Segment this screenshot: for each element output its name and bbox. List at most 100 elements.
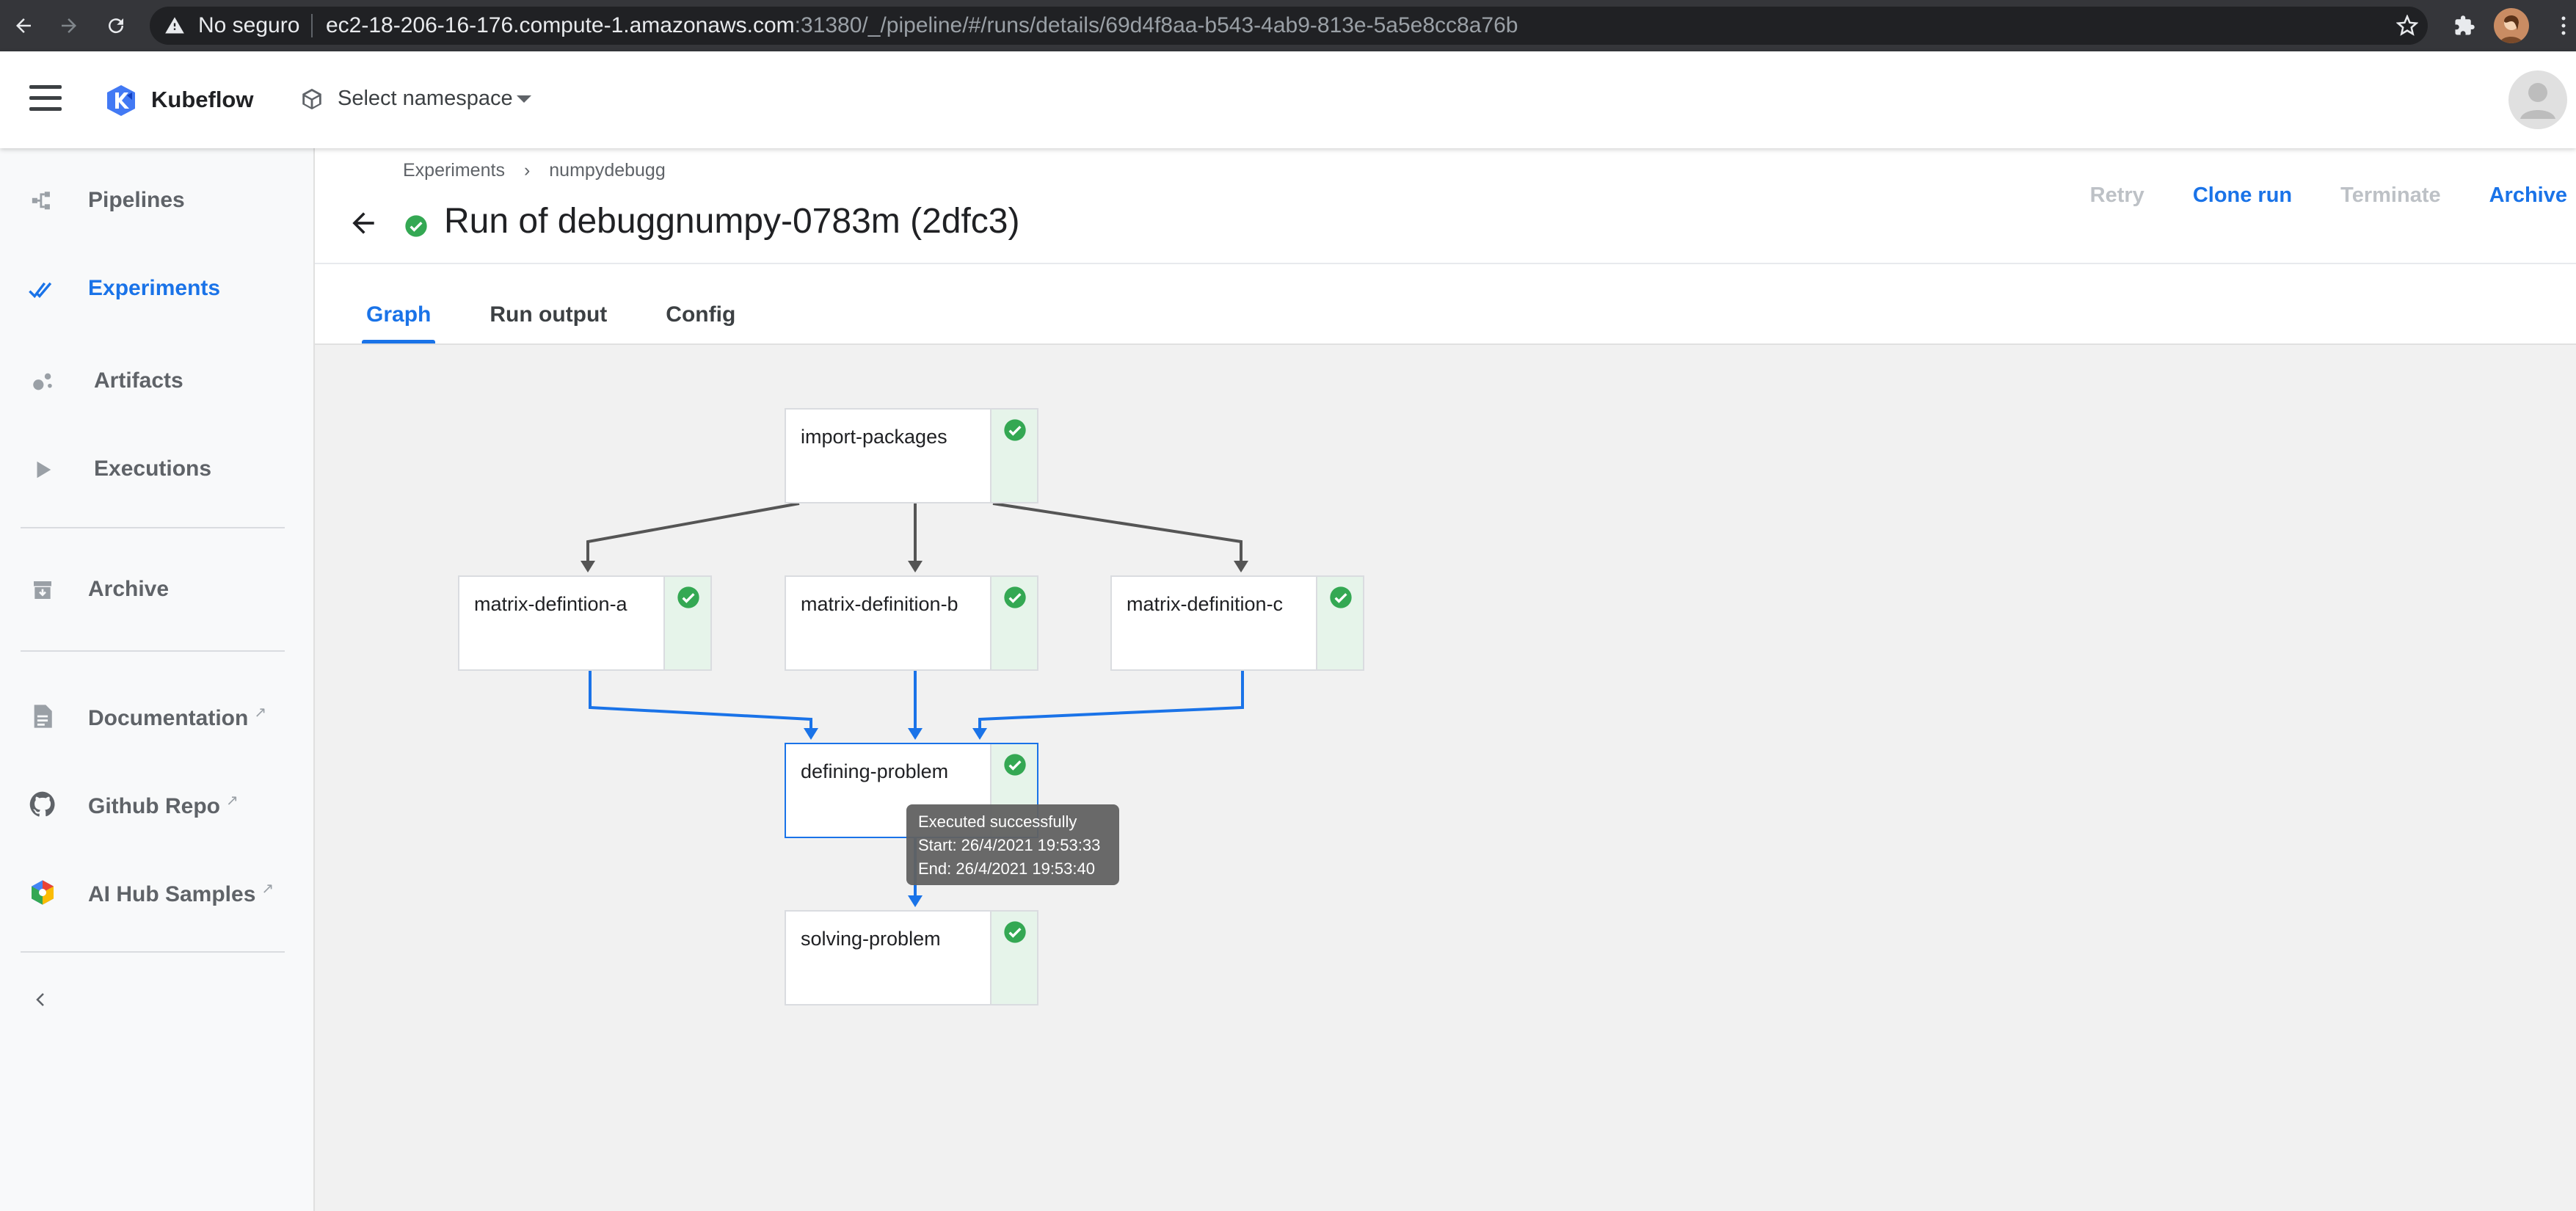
sidebar-item-artifacts[interactable]: Artifacts: [0, 352, 315, 411]
tooltip-status: Executed successfully: [918, 812, 1077, 831]
warning-icon[interactable]: [164, 15, 185, 40]
ai-hub-icon: [28, 878, 57, 907]
extensions-icon[interactable]: [2448, 10, 2481, 42]
security-label[interactable]: No seguro: [198, 7, 299, 45]
node-status: [1316, 577, 1363, 669]
menu-icon[interactable]: [29, 85, 62, 113]
graph-node-import-packages[interactable]: import-packages: [785, 408, 1038, 503]
node-label: matrix-definition-b: [801, 593, 958, 615]
back-icon[interactable]: [7, 10, 40, 42]
success-check-icon: [1003, 586, 1027, 613]
sidebar-item-label: Artifacts: [94, 368, 183, 393]
arrowhead: [908, 728, 923, 740]
github-icon: [28, 790, 57, 819]
sidebar-item-documentation[interactable]: Documentation ↗: [0, 687, 315, 746]
sidebar-item-label: Pipelines: [88, 188, 185, 212]
sidebar-divider: [21, 951, 285, 953]
sidebar-item-label: Experiments: [88, 276, 221, 300]
app-name[interactable]: Kubeflow: [151, 87, 254, 113]
node-status: [990, 912, 1037, 1004]
forward-icon[interactable]: [53, 10, 85, 42]
tab-run-output[interactable]: Run output: [490, 302, 607, 343]
namespace-cube-icon[interactable]: [299, 87, 324, 115]
success-check-icon: [1329, 586, 1353, 613]
pipelines-icon: [28, 186, 57, 216]
kubeflow-logo-icon[interactable]: [103, 82, 139, 123]
app-header: Kubeflow Select namespace: [0, 51, 2576, 148]
node-label: defining-problem: [801, 760, 949, 782]
run-actions: Retry Clone run Terminate Archive: [2042, 179, 2567, 211]
success-check-icon: [1003, 418, 1027, 446]
url-divider: [311, 14, 313, 37]
sidebar-item-executions[interactable]: Executions: [0, 440, 315, 499]
bookmark-star-icon[interactable]: [2391, 10, 2423, 42]
sidebar-item-archive[interactable]: Archive: [0, 561, 315, 619]
executions-icon: [28, 455, 57, 484]
archive-icon: [28, 575, 57, 605]
node-status: [990, 577, 1037, 669]
reload-icon[interactable]: [100, 10, 132, 42]
arrowhead: [972, 728, 987, 740]
namespace-selector[interactable]: Select namespace: [338, 87, 513, 111]
success-check-icon: [677, 586, 700, 613]
clone-run-button[interactable]: Clone run: [2193, 183, 2292, 208]
node-label: matrix-definition-c: [1127, 593, 1284, 615]
page-title: Run of debuggnumpy-0783m (2dfc3): [444, 202, 1020, 241]
arrowhead: [1234, 561, 1248, 572]
browser-menu-icon[interactable]: [2553, 10, 2575, 42]
sidebar-divider: [21, 527, 285, 528]
graph-node-solving-problem[interactable]: solving-problem: [785, 910, 1038, 1005]
chevron-down-icon[interactable]: [517, 95, 531, 103]
artifacts-icon: [28, 367, 57, 396]
document-icon: [28, 702, 57, 731]
user-avatar[interactable]: [2508, 70, 2567, 129]
sidebar-item-experiments[interactable]: Experiments: [0, 260, 315, 319]
sidebar: Pipelines Experiments Artifacts Executio…: [0, 148, 315, 1211]
sidebar-item-pipelines[interactable]: Pipelines: [0, 172, 315, 230]
sidebar-item-label: Executions: [94, 457, 212, 481]
graph-edges: [581, 502, 1248, 907]
node-label: solving-problem: [801, 928, 941, 950]
header-divider: [315, 263, 2576, 264]
browser-profile-avatar[interactable]: [2494, 8, 2529, 43]
collapse-sidebar-icon[interactable]: [26, 985, 56, 1014]
graph-node-matrix-definition-b[interactable]: matrix-definition-b: [785, 575, 1038, 671]
sidebar-item-github-repo[interactable]: Github Repo ↗: [0, 775, 315, 834]
sidebar-divider: [21, 650, 285, 652]
edge-import-to-a: [586, 502, 800, 564]
arrowhead: [908, 561, 923, 572]
archive-button[interactable]: Archive: [2489, 183, 2567, 208]
graph-node-matrix-definition-c[interactable]: matrix-definition-c: [1110, 575, 1364, 671]
tooltip-start: Start: 26/4/2021 19:53:33: [918, 836, 1101, 854]
breadcrumb-separator: ›: [523, 160, 531, 181]
success-check-icon: [404, 214, 428, 241]
tab-config[interactable]: Config: [666, 302, 735, 343]
sidebar-item-ai-hub-samples[interactable]: AI Hub Samples ↗: [0, 863, 315, 922]
edge-c-to-defining: [978, 669, 1244, 731]
node-label: import-packages: [801, 426, 947, 448]
sidebar-item-label: AI Hub Samples ↗: [88, 881, 274, 906]
edge-import-to-c: [992, 502, 1242, 564]
external-link-icon: ↗: [225, 793, 239, 809]
node-label: matrix-defintion-a: [474, 593, 627, 615]
back-arrow-icon[interactable]: [347, 207, 379, 239]
breadcrumb: Experiments › numpydebugg: [403, 160, 666, 181]
edge-a-to-defining: [589, 669, 812, 731]
sidebar-item-label: Documentation ↗: [88, 705, 267, 730]
main-content: Experiments › numpydebugg Run of debuggnum…: [315, 148, 2576, 1211]
graph-node-matrix-defintion-a[interactable]: matrix-defintion-a: [458, 575, 712, 671]
address-bar[interactable]: No seguro ec2-18-206-16-176.compute-1.am…: [150, 7, 2428, 45]
browser-toolbar: No seguro ec2-18-206-16-176.compute-1.am…: [0, 0, 2576, 51]
pipeline-graph: import-packages matrix-defintion-a matri…: [315, 343, 2576, 1211]
success-check-icon: [1003, 753, 1027, 780]
tab-graph[interactable]: Graph: [361, 302, 436, 343]
arrowhead: [581, 561, 595, 572]
run-tabs: Graph Run output Config: [361, 302, 794, 343]
breadcrumb-experiments-link[interactable]: Experiments: [403, 160, 505, 181]
url-text[interactable]: ec2-18-206-16-176.compute-1.amazonaws.co…: [326, 7, 1518, 45]
retry-button[interactable]: Retry: [2090, 183, 2144, 208]
terminate-button[interactable]: Terminate: [2340, 183, 2440, 208]
node-status: [990, 410, 1037, 502]
breadcrumb-experiment-link[interactable]: numpydebugg: [549, 160, 665, 181]
sidebar-item-label: Github Repo ↗: [88, 793, 239, 818]
